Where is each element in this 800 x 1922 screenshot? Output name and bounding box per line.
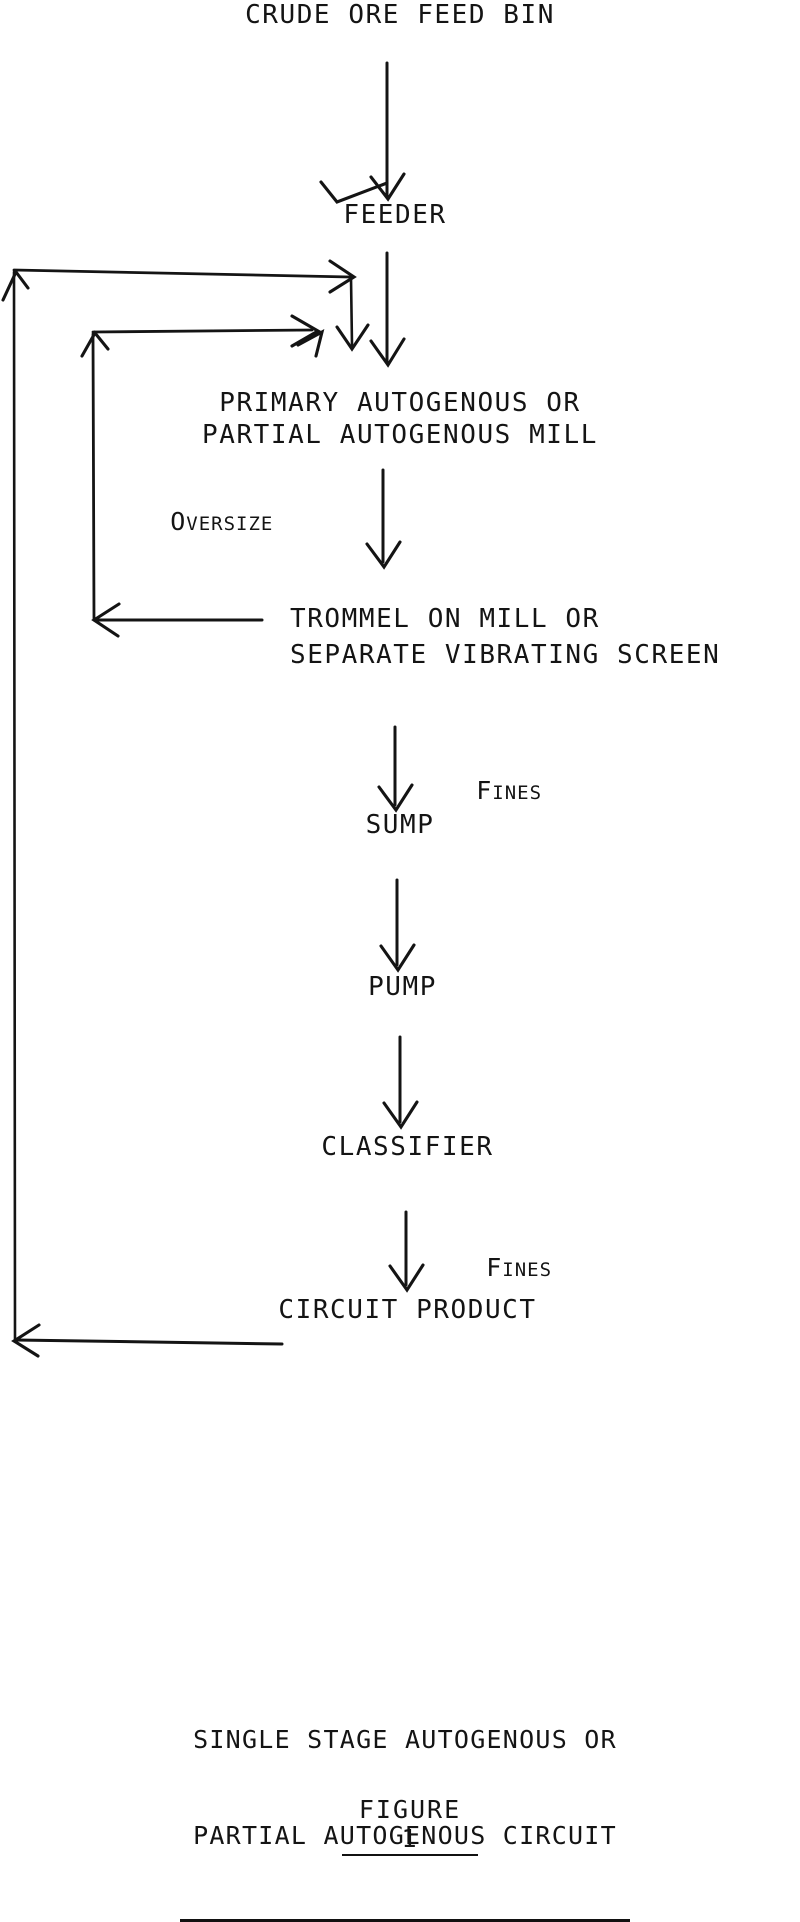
- stream-label-screen-fines: FINES: [412, 745, 542, 837]
- stream-label-classifier-fines-rest: INES: [502, 1258, 553, 1281]
- figure-label: FIGURE 1: [342, 1795, 478, 1856]
- arrow-sump-to-pump: [379, 878, 416, 973]
- stream-label-oversize-rest: VERSIZE: [186, 512, 274, 535]
- node-crude-ore-feed-bin: CRUDE ORE FEED BIN: [245, 0, 555, 30]
- stream-label-oversize-cap: O: [170, 506, 187, 536]
- node-sump: SUMP: [365, 810, 435, 840]
- node-screen-line1: TROMMEL ON MILL OR: [290, 604, 600, 634]
- node-classifier: CLASSIFIER: [321, 1132, 494, 1162]
- arrow-pump-to-classifier: [382, 1035, 419, 1130]
- node-mill-line2: PARTIAL AUTOGENOUS MILL: [202, 420, 598, 450]
- stream-label-classifier-fines-cap: F: [486, 1252, 503, 1282]
- stream-label-screen-fines-rest: INES: [492, 781, 543, 804]
- flow-arrow-layer: [1, 61, 425, 1358]
- arrow-classifier-to-product: [388, 1210, 425, 1293]
- node-pump: PUMP: [368, 972, 437, 1002]
- flowsheet-diagram: CRUDE ORE FEED BIN FEEDER PRIMARY AUTOGE…: [0, 0, 800, 1922]
- arrow-feeder-to-mill: [369, 251, 406, 368]
- node-feeder: FEEDER: [343, 200, 447, 230]
- stream-label-screen-fines-cap: F: [476, 775, 493, 805]
- figure-title: SINGLE STAGE AUTOGENOUS OR PARTIAL AUTOG…: [180, 1660, 630, 1922]
- node-screen-line2: SEPARATE VIBRATING SCREEN: [290, 640, 721, 670]
- node-mill-line1: PRIMARY AUTOGENOUS OR: [219, 388, 581, 418]
- node-circuit-product: CIRCUIT PRODUCT: [278, 1295, 537, 1325]
- stream-label-classifier-fines: FINES: [422, 1222, 552, 1314]
- arrow-screen-to-sump: [377, 725, 414, 813]
- arrow-bin-to-feeder: [319, 61, 406, 204]
- stream-label-oversize: OVERSIZE: [106, 476, 273, 568]
- arrow-mill-to-screen: [365, 468, 402, 570]
- figure-title-line1: SINGLE STAGE AUTOGENOUS OR: [193, 1725, 617, 1754]
